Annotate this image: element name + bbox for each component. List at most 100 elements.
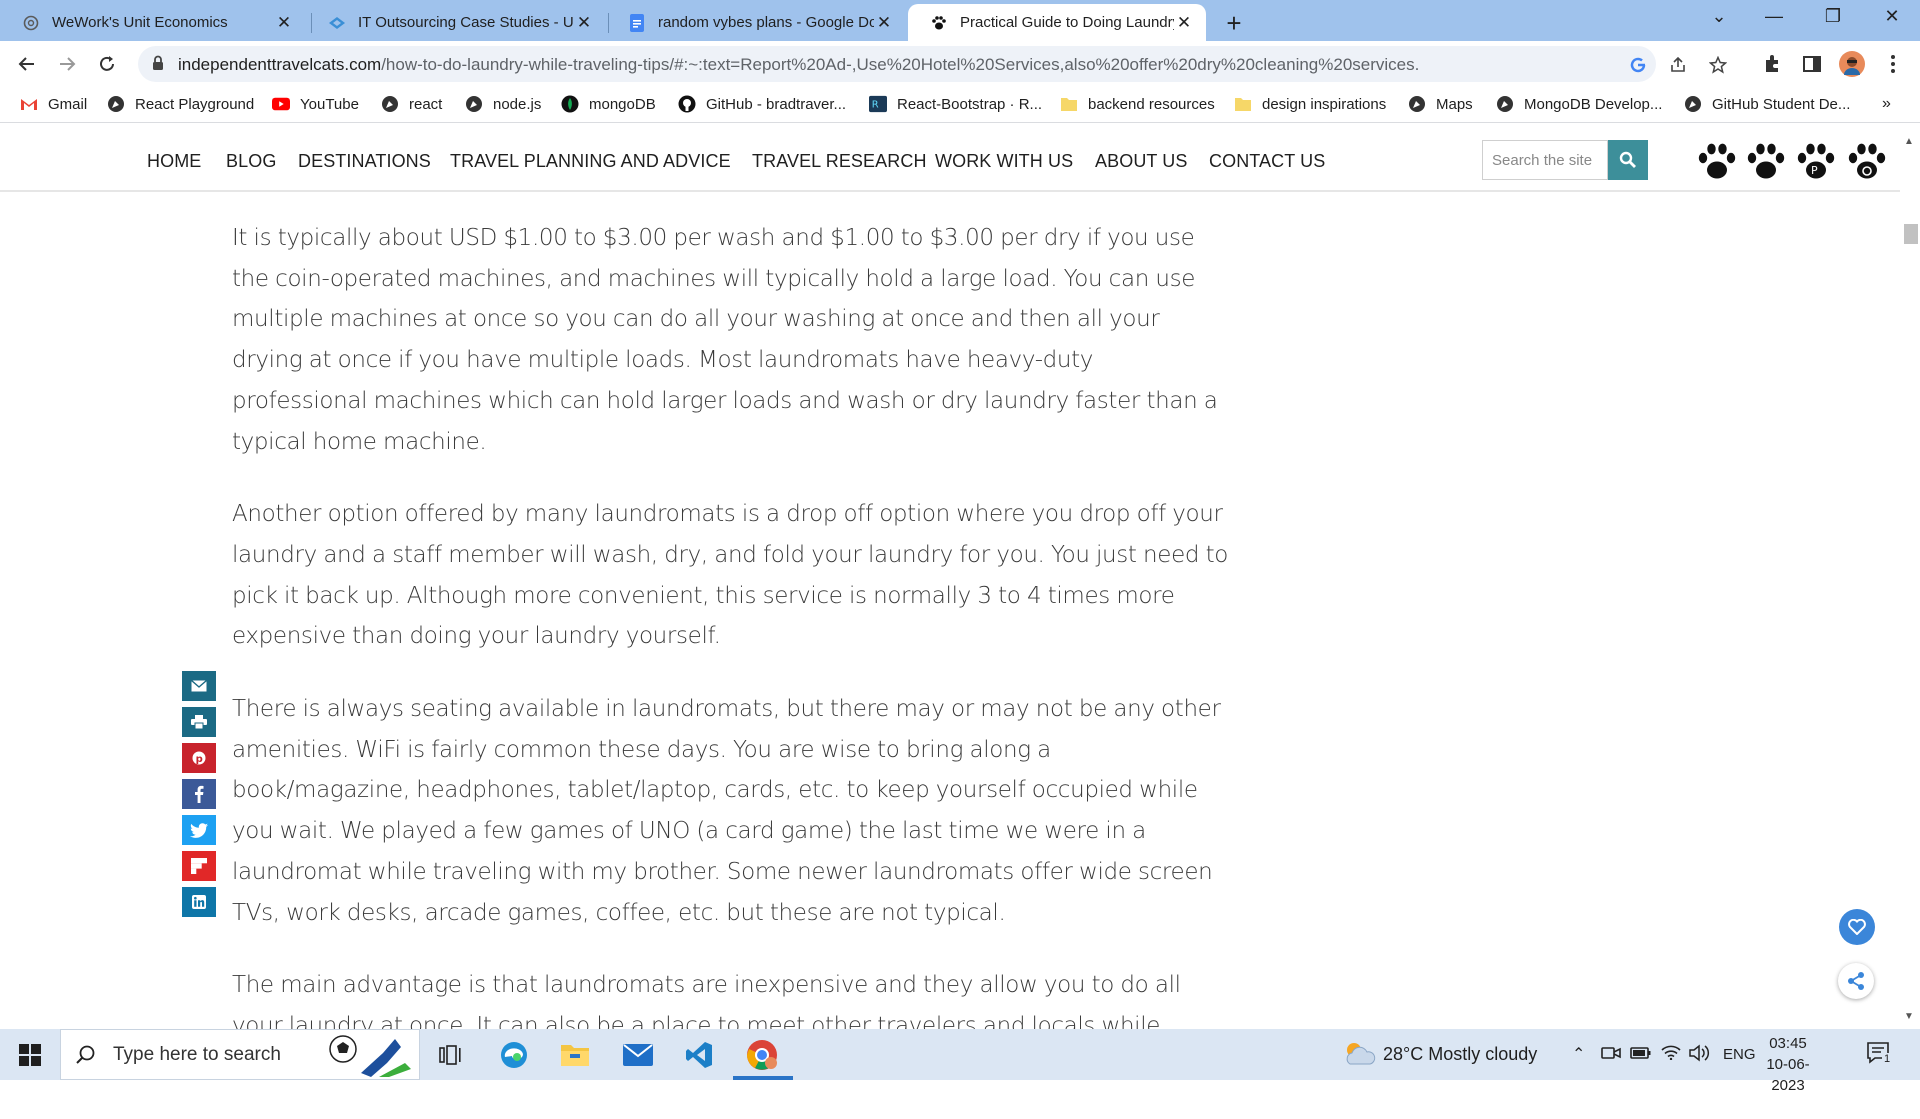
nav-blog[interactable]: BLOG (226, 151, 276, 172)
nav-contact-us[interactable]: CONTACT US (1209, 151, 1325, 172)
edge-icon[interactable] (496, 1037, 532, 1073)
facebook-icon (195, 785, 204, 803)
social-share-bar: p (182, 671, 216, 923)
taskbar-search-placeholder: Type here to search (113, 1043, 281, 1065)
minimize-button[interactable]: — (1759, 6, 1789, 27)
bookmark-youtube[interactable]: YouTube (272, 95, 359, 113)
paw-icon[interactable] (1696, 141, 1738, 183)
vscode-icon[interactable] (681, 1037, 717, 1073)
new-tab-button[interactable]: + (1220, 8, 1248, 39)
taskbar-search-input[interactable]: Type here to search (60, 1029, 420, 1080)
weather-icon[interactable] (1342, 1040, 1376, 1071)
side-panel-icon[interactable] (1799, 51, 1825, 77)
system-clock[interactable]: 03:45 10-06-2023 (1752, 1033, 1824, 1096)
share-icon[interactable] (1668, 55, 1688, 75)
google-lens-icon[interactable] (1628, 55, 1648, 75)
nav-destinations[interactable]: DESTINATIONS (298, 151, 431, 172)
volume-icon[interactable] (1689, 1044, 1711, 1067)
close-icon[interactable]: ✕ (1174, 13, 1194, 33)
more-bookmarks-icon[interactable]: » (1882, 95, 1891, 113)
google-docs-icon (628, 13, 646, 32)
lock-icon[interactable] (152, 55, 164, 76)
github-icon (678, 95, 696, 113)
share-email-button[interactable] (182, 671, 216, 701)
bookmark-github-bradtraversy[interactable]: GitHub - bradtraver... (678, 95, 846, 113)
browser-tab[interactable]: IT Outsourcing Case Studies - US ✕ (306, 4, 606, 41)
nav-about-us[interactable]: ABOUT US (1095, 151, 1188, 172)
notification-center-button[interactable]: 1 (1866, 1041, 1893, 1072)
menu-icon[interactable] (1880, 51, 1906, 77)
share-print-button[interactable] (182, 707, 216, 737)
scroll-down-icon[interactable]: ▼ (1904, 1011, 1914, 1022)
paw-icon[interactable] (1846, 141, 1888, 183)
browser-tab[interactable]: random vybes plans - Google Do ✕ (606, 4, 906, 41)
meet-now-icon[interactable] (1601, 1044, 1621, 1067)
bookmark-nodejs[interactable]: node.js (465, 95, 541, 113)
avatar[interactable] (1839, 51, 1865, 77)
url-text[interactable]: independenttravelcats.com/how-to-do-laun… (178, 55, 1419, 75)
task-view-icon[interactable] (432, 1037, 468, 1073)
share-linkedin-button[interactable] (182, 887, 216, 917)
windows-taskbar: Type here to search 28°C Mostly cloudy ⌃ (0, 1029, 1920, 1094)
scroll-up-icon[interactable]: ▲ (1904, 136, 1914, 147)
favorite-button[interactable] (1839, 909, 1875, 945)
scroll-thumb[interactable] (1904, 224, 1918, 244)
share-twitter-button[interactable] (182, 815, 216, 845)
bookmark-label: Maps (1436, 95, 1473, 113)
nav-travel-research[interactable]: TRAVEL RESEARCH (752, 151, 927, 172)
close-window-button[interactable]: ✕ (1877, 6, 1907, 27)
share-facebook-button[interactable] (182, 779, 216, 809)
bookmark-mongodb-developer[interactable]: MongoDB Develop... (1496, 95, 1662, 113)
article-paragraph: It is typically about USD $1.00 to $3.00… (232, 225, 1218, 455)
search-icon (76, 1045, 95, 1064)
browser-tab-active[interactable]: Practical Guide to Doing Laundry ✕ (908, 4, 1206, 41)
restore-button[interactable]: ❐ (1818, 6, 1848, 27)
nav-home[interactable]: HOME (147, 151, 201, 172)
language-indicator[interactable]: ENG (1723, 1046, 1756, 1063)
football-widget-icon (329, 1035, 411, 1077)
bookmark-folder-design[interactable]: design inspirations (1234, 95, 1386, 113)
heart-icon (1848, 919, 1866, 935)
weather-text[interactable]: 28°C Mostly cloudy (1383, 1044, 1537, 1065)
chrome-icon[interactable] (744, 1037, 780, 1073)
mail-icon[interactable] (620, 1037, 656, 1073)
back-button[interactable] (14, 51, 40, 77)
bookmark-react-playground[interactable]: React Playground (107, 95, 254, 113)
nav-travel-planning[interactable]: TRAVEL PLANNING AND ADVICE (450, 151, 731, 172)
site-search-input[interactable]: Search the site (1482, 140, 1608, 180)
battery-icon[interactable] (1630, 1044, 1652, 1065)
tab-search-icon[interactable]: ⌄ (1704, 6, 1734, 27)
close-icon[interactable]: ✕ (574, 13, 594, 33)
bookmark-github-student[interactable]: GitHub Student De... (1684, 95, 1850, 113)
windows-start-icon[interactable] (12, 1037, 48, 1073)
browser-tab[interactable]: WeWork's Unit Economics ✕ (0, 4, 306, 41)
wifi-icon[interactable] (1661, 1044, 1681, 1065)
close-icon[interactable]: ✕ (274, 13, 294, 33)
bookmark-star-icon[interactable] (1708, 55, 1728, 75)
site-search-button[interactable] (1608, 140, 1648, 180)
nav-work-with-us[interactable]: WORK WITH US (935, 151, 1073, 172)
bookmark-react[interactable]: react (381, 95, 442, 113)
file-explorer-icon[interactable] (557, 1037, 593, 1073)
floating-share-button[interactable] (1838, 963, 1874, 999)
reload-button[interactable] (94, 51, 120, 77)
paw-icon[interactable] (1745, 141, 1787, 183)
close-icon[interactable]: ✕ (874, 13, 894, 33)
bookmark-mongodb[interactable]: mongoDB (561, 95, 656, 113)
chevron-up-icon[interactable]: ⌃ (1572, 1044, 1585, 1064)
bookmark-react-bootstrap[interactable]: R React-Bootstrap · R... (869, 95, 1042, 113)
share-pinterest-button[interactable]: p (182, 743, 216, 773)
bookmark-gmail[interactable]: Gmail (20, 95, 87, 113)
bookmark-maps[interactable]: Maps (1408, 95, 1473, 113)
svg-text:P: P (1811, 164, 1818, 177)
forward-button[interactable] (54, 51, 80, 77)
flipboard-icon (191, 858, 207, 874)
extensions-icon[interactable] (1759, 51, 1785, 77)
globe-icon (1684, 95, 1702, 113)
address-bar[interactable]: independenttravelcats.com/how-to-do-laun… (138, 46, 1727, 82)
share-flipboard-button[interactable] (182, 851, 216, 881)
bookmark-label: React Playground (135, 95, 255, 113)
bookmark-folder-backend[interactable]: backend resources (1060, 95, 1215, 113)
paw-icon[interactable]: P (1795, 141, 1837, 183)
page-scrollbar[interactable]: ▲ ▼ (1900, 124, 1920, 1029)
